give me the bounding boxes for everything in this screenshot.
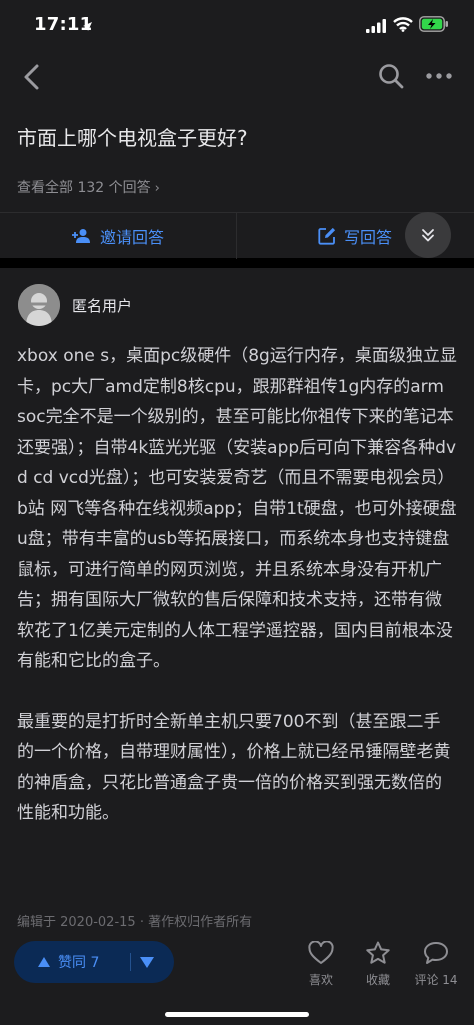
double-chevron-down-icon bbox=[422, 229, 434, 242]
comment-button[interactable]: 评论 14 bbox=[408, 941, 464, 988]
home-indicator[interactable] bbox=[165, 1012, 309, 1017]
view-all-label: 查看全部 132 个回答 bbox=[17, 180, 151, 196]
answer-card: 匿名用户 xbox one s，桌面pc级硬件（8g运行内存，桌面级独立显卡，p… bbox=[0, 268, 474, 933]
wifi-icon bbox=[393, 17, 413, 36]
battery-charging-icon bbox=[419, 16, 449, 36]
question-actions: 邀请回答 写回答 bbox=[0, 212, 474, 259]
status-bar: 17:11 bbox=[0, 0, 474, 50]
actions-divider bbox=[236, 213, 237, 259]
like-button[interactable]: 喜欢 bbox=[293, 941, 349, 988]
comment-bubble-icon bbox=[424, 942, 448, 964]
more-icon[interactable] bbox=[424, 62, 454, 90]
avatar[interactable] bbox=[18, 284, 60, 326]
write-answer-button[interactable]: 写回答 bbox=[318, 213, 392, 259]
like-label: 喜欢 bbox=[308, 973, 333, 987]
chevron-right-icon: › bbox=[154, 181, 160, 196]
triangle-down-icon bbox=[140, 956, 154, 968]
add-user-icon bbox=[72, 229, 90, 243]
write-answer-label: 写回答 bbox=[344, 228, 393, 247]
vote-control: 赞同 7 bbox=[14, 941, 174, 983]
upvote-label: 赞同 7 bbox=[58, 955, 100, 971]
vote-divider bbox=[130, 953, 131, 971]
triangle-up-icon bbox=[38, 957, 50, 967]
answer-paragraph: 最重要的是打折时全新单主机只要700不到（甚至跟二手的一个价格，自带理财属性），… bbox=[17, 711, 451, 824]
favorite-label: 收藏 bbox=[365, 973, 390, 987]
comment-label: 评论 14 bbox=[414, 973, 458, 987]
heart-icon bbox=[308, 941, 334, 964]
question-header: 17:11 市面上哪个电视盒子更好? 查看全部 132 个回答 › 邀请回答 写… bbox=[0, 0, 474, 259]
invite-answer-button[interactable]: 邀请回答 bbox=[72, 213, 164, 259]
signal-icon bbox=[366, 18, 386, 37]
invite-answer-label: 邀请回答 bbox=[100, 228, 165, 247]
question-title[interactable]: 市面上哪个电视盒子更好? bbox=[17, 122, 248, 151]
author-name[interactable]: 匿名用户 bbox=[72, 295, 132, 316]
favorite-button[interactable]: 收藏 bbox=[350, 941, 406, 988]
star-icon bbox=[366, 941, 390, 964]
edit-icon bbox=[318, 227, 336, 245]
search-icon[interactable] bbox=[377, 62, 405, 90]
view-all-answers-link[interactable]: 查看全部 132 个回答 › bbox=[17, 177, 160, 197]
answer-meta: 编辑于 2020-02-15 · 著作权归作者所有 bbox=[17, 915, 253, 930]
location-arrow-icon bbox=[82, 17, 93, 36]
answer-paragraph: xbox one s，桌面pc级硬件（8g运行内存，桌面级独立显卡，pc大厂am… bbox=[17, 346, 457, 671]
downvote-button[interactable] bbox=[140, 941, 154, 983]
answer-content: xbox one s，桌面pc级硬件（8g运行内存，桌面级独立显卡，pc大厂am… bbox=[17, 341, 457, 859]
back-arrow-icon[interactable] bbox=[18, 62, 48, 92]
upvote-button[interactable]: 赞同 7 bbox=[38, 941, 99, 983]
collapse-button[interactable] bbox=[405, 212, 451, 258]
